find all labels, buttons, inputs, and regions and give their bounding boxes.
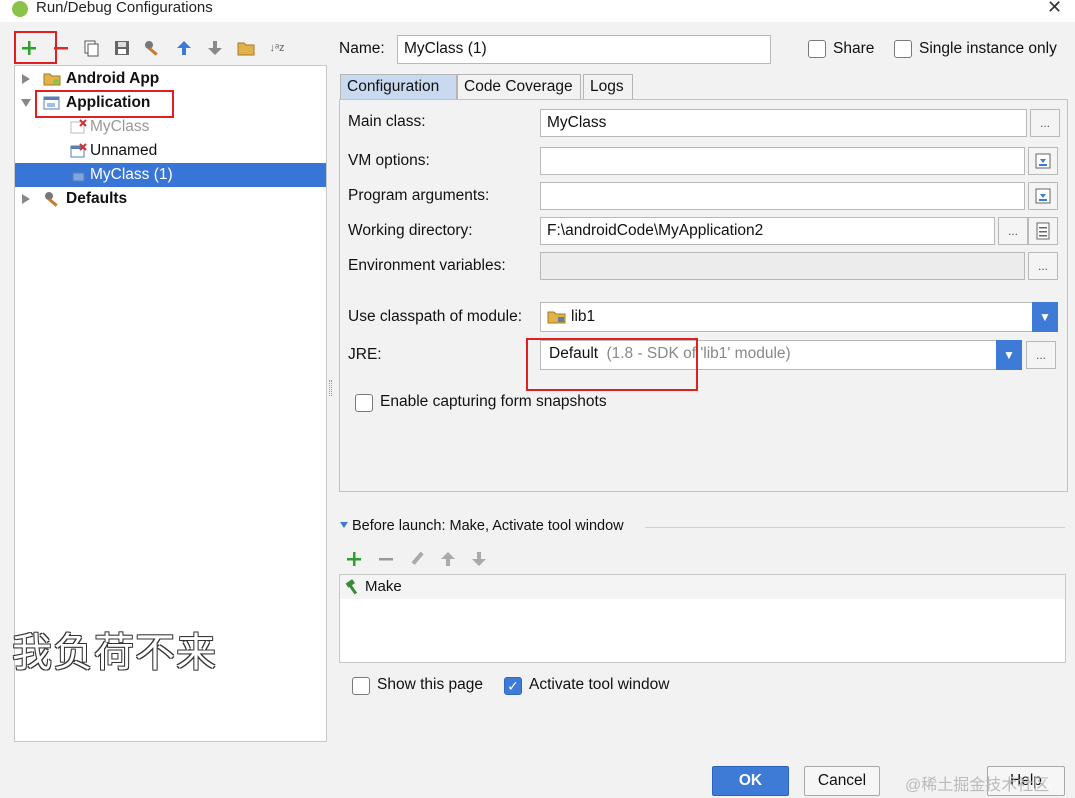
- jre-label: JRE:: [348, 346, 382, 363]
- environment-variables-browse-button[interactable]: ...: [1028, 252, 1058, 280]
- vm-options-field[interactable]: [540, 147, 1025, 175]
- share-checkbox[interactable]: [808, 40, 826, 58]
- tree-item-android-app[interactable]: Android App: [15, 67, 326, 91]
- cancel-button[interactable]: Cancel: [804, 766, 880, 796]
- single-instance-checkbox[interactable]: [894, 40, 912, 58]
- sort-alpha-icon[interactable]: ↓ᵃz: [266, 37, 288, 59]
- move-down-icon[interactable]: [204, 37, 226, 59]
- class-config-error-icon: [70, 119, 87, 134]
- remove-icon[interactable]: [377, 550, 395, 568]
- tree-item-myclass[interactable]: MyClass: [15, 115, 326, 139]
- main-class-browse-button[interactable]: ...: [1030, 109, 1060, 137]
- move-up-icon[interactable]: [173, 37, 195, 59]
- class-config-error-icon: [70, 143, 87, 158]
- tree-item-unnamed[interactable]: Unnamed: [15, 139, 326, 163]
- tab-logs[interactable]: Logs: [583, 74, 633, 100]
- remove-icon[interactable]: [50, 37, 72, 59]
- working-directory-label: Working directory:: [348, 222, 473, 239]
- name-field[interactable]: MyClass (1): [397, 35, 771, 64]
- collapse-arrow-icon[interactable]: [340, 522, 349, 530]
- jre-browse-button[interactable]: ...: [1026, 341, 1056, 369]
- add-icon[interactable]: [345, 550, 363, 568]
- show-this-page-checkbox[interactable]: [352, 677, 370, 695]
- before-launch-title: Before launch: Make, Activate tool windo…: [352, 518, 624, 534]
- divider: [645, 527, 1065, 528]
- activate-tool-window-label: Activate tool window: [529, 676, 670, 693]
- expand-field-icon[interactable]: [1028, 182, 1058, 210]
- splitter-handle[interactable]: [329, 380, 332, 396]
- tree-item-label: Unnamed: [90, 142, 158, 159]
- share-label: Share: [833, 40, 875, 57]
- edit-icon[interactable]: [408, 550, 426, 568]
- ok-button[interactable]: OK: [712, 766, 789, 796]
- enable-snapshots-checkbox[interactable]: [355, 394, 373, 412]
- tree-item-label: MyClass: [90, 118, 150, 135]
- tree-item-label: Defaults: [66, 190, 128, 207]
- program-arguments-label: Program arguments:: [348, 187, 490, 204]
- copy-icon[interactable]: [80, 37, 102, 59]
- vm-options-label: VM options:: [348, 152, 430, 169]
- main-class-label: Main class:: [348, 113, 426, 130]
- move-up-icon[interactable]: [439, 550, 457, 568]
- chevron-down-icon[interactable]: ▼: [1032, 302, 1058, 332]
- tab-code-coverage[interactable]: Code Coverage: [457, 74, 581, 100]
- document-icon[interactable]: [1028, 217, 1058, 245]
- tab-configuration[interactable]: Configuration: [340, 74, 457, 100]
- tree-item-myclass-1[interactable]: MyClass (1): [15, 163, 326, 187]
- wrench-icon: [45, 192, 58, 207]
- move-down-icon[interactable]: [470, 550, 488, 568]
- meme-caption-overlay: 我负荷不来: [12, 630, 217, 676]
- folder-icon[interactable]: [235, 37, 257, 59]
- tree-item-label: MyClass (1): [90, 166, 173, 183]
- environment-variables-field[interactable]: [540, 252, 1025, 280]
- single-instance-label: Single instance only: [919, 40, 1057, 57]
- window-title: Run/Debug Configurations: [36, 0, 213, 16]
- hammer-icon: [345, 579, 358, 595]
- working-directory-field[interactable]: F:\androidCode\MyApplication2: [540, 217, 995, 245]
- show-this-page-label: Show this page: [377, 676, 483, 693]
- main-class-field[interactable]: MyClass: [540, 109, 1027, 137]
- save-icon[interactable]: [111, 37, 133, 59]
- annotation-box-jre: [526, 338, 698, 391]
- site-watermark: @稀土掘金技术社区: [905, 777, 1050, 794]
- environment-variables-label: Environment variables:: [348, 257, 506, 274]
- expand-arrow-icon[interactable]: [21, 73, 31, 85]
- list-item-label: Make: [365, 578, 402, 595]
- name-label: Name:: [339, 40, 385, 57]
- activate-tool-window-checkbox[interactable]: ✓: [504, 677, 522, 695]
- title-bar: Run/Debug Configurations ✕: [0, 0, 1075, 22]
- close-icon[interactable]: ✕: [1047, 0, 1062, 18]
- expand-arrow-icon[interactable]: [21, 193, 31, 205]
- chevron-down-icon[interactable]: ▼: [996, 340, 1022, 370]
- before-launch-list[interactable]: Make: [339, 574, 1066, 663]
- enable-snapshots-label: Enable capturing form snapshots: [380, 393, 607, 410]
- classpath-module-value: lib1: [571, 308, 596, 325]
- android-folder-icon: [43, 73, 61, 86]
- working-directory-browse-button[interactable]: ...: [998, 217, 1028, 245]
- list-item[interactable]: Make: [340, 575, 1065, 599]
- module-folder-icon: [547, 311, 566, 324]
- classpath-module-select[interactable]: lib1 ▼: [540, 302, 1058, 332]
- expand-field-icon[interactable]: [1028, 147, 1058, 175]
- tree-item-defaults[interactable]: Defaults: [15, 187, 326, 211]
- android-studio-icon: [12, 1, 28, 17]
- tree-item-label: Android App: [66, 70, 160, 87]
- class-config-icon: [72, 172, 85, 182]
- classpath-module-label: Use classpath of module:: [348, 308, 523, 325]
- collapse-arrow-icon[interactable]: [20, 98, 32, 108]
- wrench-icon[interactable]: [142, 37, 164, 59]
- program-arguments-field[interactable]: [540, 182, 1025, 210]
- annotation-box-application: [35, 90, 174, 118]
